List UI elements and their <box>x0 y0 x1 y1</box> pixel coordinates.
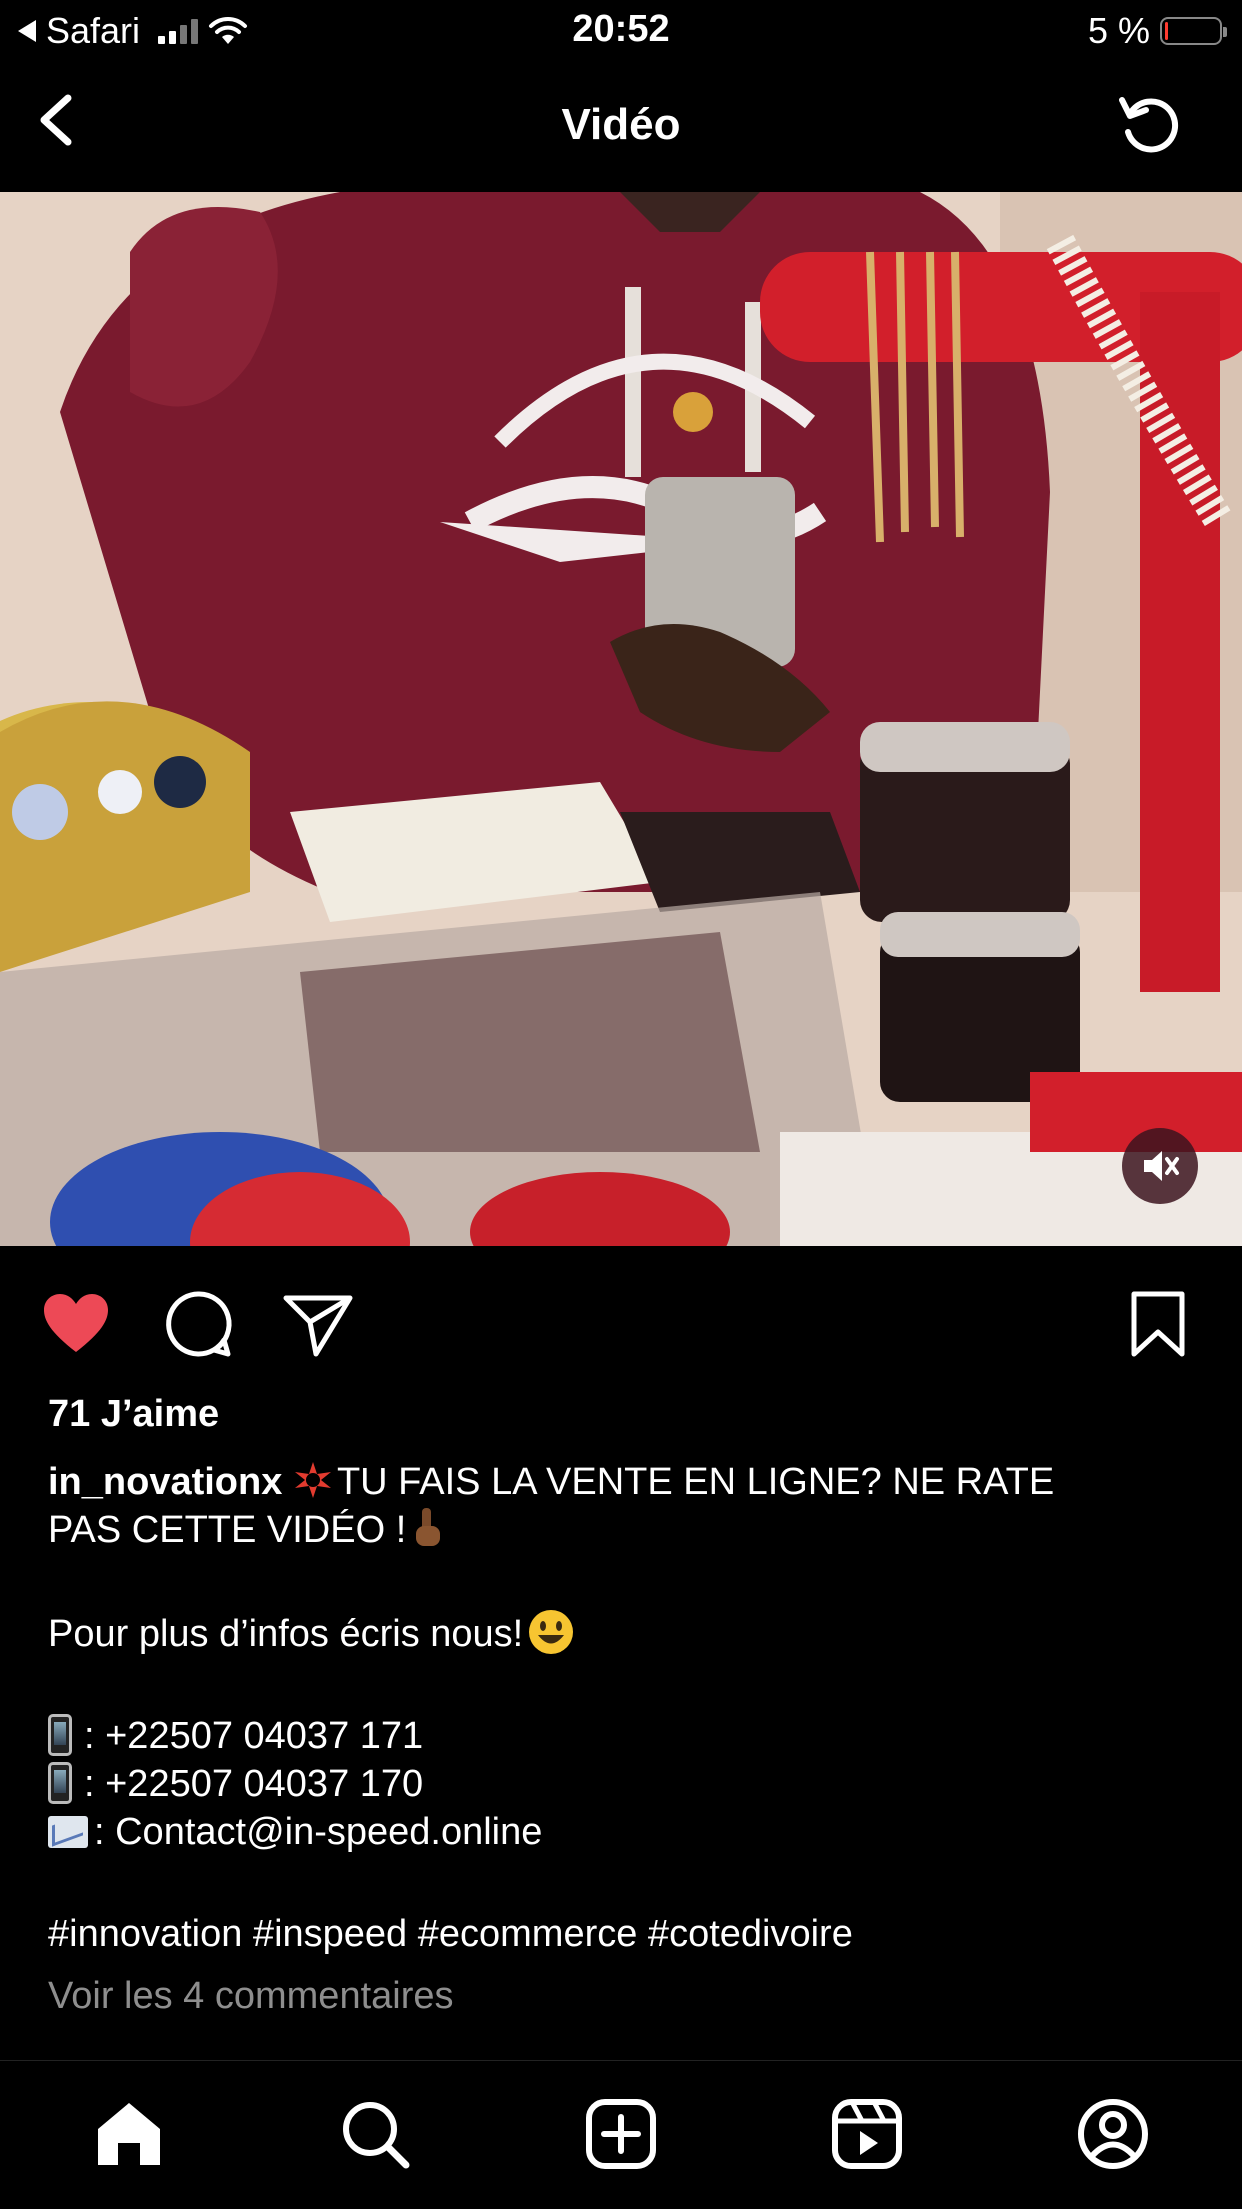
mobile-phone-emoji-icon <box>48 1714 72 1756</box>
email-address[interactable]: : Contact@in-speed.online <box>94 1811 542 1853</box>
pointing-down-emoji-icon <box>416 1508 441 1546</box>
caption-headline-2: PAS CETTE VIDÉO ! <box>48 1509 407 1551</box>
profile-icon[interactable] <box>1076 2097 1150 2171</box>
phone-number-1[interactable]: : +22507 04037 171 <box>84 1715 423 1757</box>
battery-level <box>1165 22 1168 40</box>
reels-icon[interactable] <box>830 2097 904 2171</box>
view-comments-link[interactable]: Voir les 4 commentaires <box>48 1972 1198 2020</box>
home-icon[interactable] <box>92 2097 166 2171</box>
caption-headline: in_novationx TU FAIS LA VENTE EN LIGNE? … <box>48 1458 1198 1506</box>
refresh-icon[interactable] <box>1114 88 1186 160</box>
caption-headline-1: TU FAIS LA VENTE EN LIGNE? NE RATE <box>336 1461 1055 1503</box>
anger-emoji-icon <box>294 1462 331 1498</box>
nav-header: Vidéo <box>0 64 1242 192</box>
battery-icon <box>1160 17 1227 45</box>
speaker-muted-icon <box>1144 1151 1179 1181</box>
mute-button[interactable] <box>1122 1128 1198 1204</box>
mobile-phone-emoji-icon <box>48 1762 72 1804</box>
hashtags[interactable]: #innovation #inspeed #ecommerce #cotediv… <box>48 1910 1198 1958</box>
search-icon[interactable] <box>338 2097 412 2171</box>
post-caption: 71 J’aime in_novationx TU FAIS LA VENTE … <box>48 1390 1198 2020</box>
phone-line-1: : +22507 04037 171 <box>48 1712 1198 1760</box>
phone-line-2: : +22507 04037 170 <box>48 1760 1198 1808</box>
bottom-tab-bar <box>0 2060 1242 2209</box>
post-username[interactable]: in_novationx <box>48 1461 282 1503</box>
phone-number-2[interactable]: : +22507 04037 170 <box>84 1763 423 1805</box>
page-title: Vidéo <box>561 100 681 149</box>
email-line: : Contact@in-speed.online <box>48 1808 1198 1856</box>
comment-icon[interactable] <box>162 1288 234 1360</box>
likes-count[interactable]: 71 J’aime <box>48 1390 1198 1438</box>
video-frame <box>0 192 1242 1246</box>
battery-percent: 5 % <box>1087 10 1150 51</box>
smile-emoji-icon <box>529 1610 574 1654</box>
video-player[interactable] <box>0 192 1242 1246</box>
status-bar: Safari 20:52 5 % <box>0 0 1242 64</box>
clock: 20:52 <box>572 8 670 50</box>
paper-plane-icon[interactable] <box>282 1288 354 1360</box>
caption-info-line: Pour plus d’infos écris nous! <box>48 1613 524 1655</box>
create-icon[interactable] <box>584 2097 658 2171</box>
post-actions <box>0 1246 1242 1396</box>
envelope-emoji-icon <box>48 1816 88 1848</box>
heart-filled-icon[interactable] <box>40 1288 112 1360</box>
bookmark-icon[interactable] <box>1122 1288 1194 1360</box>
status-right: 5 % <box>1087 10 1227 52</box>
